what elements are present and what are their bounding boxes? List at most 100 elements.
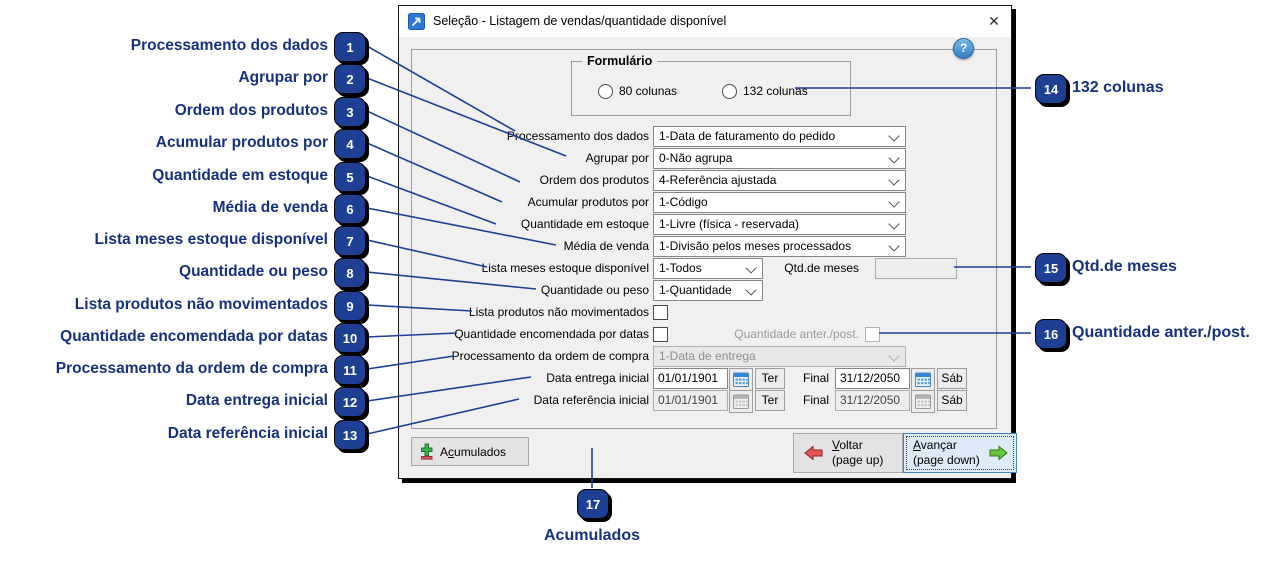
lista-produtos-nao-movimentados-checkbox[interactable]	[653, 305, 668, 320]
voltar-button[interactable]: Voltar (page up)	[793, 433, 903, 473]
data-referencia-inicial-input[interactable]: 01/01/1901	[653, 390, 728, 411]
callout-label-15: Qtd.de meses	[1072, 258, 1177, 275]
callout-badge: 14	[1035, 74, 1067, 104]
form-row: Data referência inicial 01/01/1901 Ter F…	[399, 390, 1009, 413]
form-row: Quantidade encomendada por datas Quantid…	[399, 324, 1009, 345]
title-bar[interactable]: Seleção - Listagem de vendas/quantidade …	[399, 6, 1011, 37]
field-label: Quantidade ou peso	[540, 283, 649, 297]
radio-80-colunas[interactable]: 80 colunas	[598, 83, 677, 99]
data-entrega-inicial-input[interactable]: 01/01/1901	[653, 368, 728, 389]
field-label: Acumular produtos por	[527, 195, 649, 209]
final-label: Final	[802, 393, 829, 407]
media-de-venda-select[interactable]: 1-Divisão pelos meses processados	[653, 236, 906, 257]
callout-badge: 6	[334, 194, 366, 224]
callout-badge: 17	[577, 489, 609, 519]
callout-label-3: Ordem dos produtos	[174, 102, 328, 119]
form-row: Quantidade em estoque 1-Livre (física - …	[399, 214, 1009, 235]
callout-label-7: Lista meses estoque disponível	[94, 231, 328, 248]
callout-badge: 15	[1035, 253, 1067, 283]
radio-label: 132 colunas	[743, 84, 808, 98]
radio-icon	[598, 83, 613, 99]
red-left-arrow-icon	[804, 445, 823, 461]
chevron-down-icon	[888, 240, 900, 252]
callout-badge: 11	[334, 355, 366, 385]
callout-label-16: Quantidade anter./post.	[1072, 324, 1250, 341]
weekday-box: Sáb	[937, 390, 967, 411]
calendar-icon[interactable]	[911, 390, 935, 413]
chevron-down-icon	[888, 152, 900, 164]
callout-label-14: 132 colunas	[1072, 79, 1164, 96]
button-label: Avançar (page down)	[913, 438, 980, 467]
callout-label-12: Data entrega inicial	[185, 392, 328, 409]
field-label: Lista produtos não movimentados	[468, 305, 649, 319]
callout-label-1: Processamento dos dados	[130, 37, 328, 54]
form-row: Quantidade ou peso 1-Quantidade	[399, 280, 1009, 301]
callout-badge: 2	[334, 64, 366, 94]
chevron-down-icon	[888, 218, 900, 230]
chevron-down-icon	[888, 196, 900, 208]
field-label: Ordem dos produtos	[539, 173, 649, 187]
radio-132-colunas[interactable]: 132 colunas	[722, 83, 808, 99]
quantidade-encomendada-por-datas-checkbox[interactable]	[653, 327, 668, 342]
weekday-box: Sáb	[937, 368, 967, 389]
window-title: Seleção - Listagem de vendas/quantidade …	[433, 14, 727, 28]
form-row: Data entrega inicial 01/01/1901 Ter Fina…	[399, 368, 1009, 391]
app-icon	[408, 13, 425, 30]
callout-label-4: Acumular produtos por	[155, 134, 328, 151]
qtd-de-meses-input[interactable]	[875, 258, 957, 279]
quantidade-anter-post-label: Quantidade anter./post.	[734, 327, 859, 341]
plus-minus-icon	[421, 443, 433, 460]
form-row: Processamento da ordem de compra 1-Data …	[399, 346, 1009, 367]
selected-value: 1-Data de faturamento do pedido	[659, 129, 836, 143]
selected-value: 1-Código	[659, 195, 708, 209]
callout-label-6: Média de venda	[212, 199, 328, 216]
calendar-glyph	[915, 394, 931, 409]
quantidade-anter-post-checkbox[interactable]	[865, 327, 880, 342]
acumulados-button[interactable]: Acumulados	[411, 437, 529, 466]
callout-badge: 13	[334, 420, 366, 450]
processamento-dos-dados-select[interactable]: 1-Data de faturamento do pedido	[653, 126, 906, 147]
callout-badge: 16	[1035, 319, 1067, 349]
final-label: Final	[802, 371, 829, 385]
field-label: Quantidade encomendada por datas	[454, 327, 649, 341]
close-icon[interactable]: ✕	[977, 6, 1011, 37]
callout-label-2: Agrupar por	[238, 69, 328, 86]
calendar-icon[interactable]	[911, 368, 935, 391]
field-label: Média de venda	[563, 239, 649, 253]
field-label: Data entrega inicial	[546, 371, 649, 385]
form-row: Média de venda 1-Divisão pelos meses pro…	[399, 236, 1009, 257]
qtd-de-meses-label: Qtd.de meses	[784, 261, 859, 275]
form-row: Lista meses estoque disponível 1-Todos Q…	[399, 258, 1009, 279]
field-label: Quantidade em estoque	[520, 217, 649, 231]
callout-badge: 1	[334, 32, 366, 62]
calendar-glyph	[915, 372, 931, 387]
processamento-ordem-compra-select[interactable]: 1-Data de entrega	[653, 346, 906, 367]
button-label: Acumulados	[440, 444, 507, 459]
selected-value: 1-Todos	[659, 261, 702, 275]
quantidade-em-estoque-select[interactable]: 1-Livre (física - reservada)	[653, 214, 906, 235]
agrupar-por-select[interactable]: 0-Não agrupa	[653, 148, 906, 169]
quantidade-ou-peso-select[interactable]: 1-Quantidade	[653, 280, 763, 301]
radio-icon	[722, 83, 737, 99]
avancar-button[interactable]: Avançar (page down)	[903, 433, 1017, 473]
ordem-dos-produtos-select[interactable]: 4-Referência ajustada	[653, 170, 906, 191]
button-label: Voltar (page up)	[832, 438, 884, 467]
form-row: Processamento dos dados 1-Data de fatura…	[399, 126, 1009, 147]
data-referencia-final-input[interactable]: 31/12/2050	[835, 390, 910, 411]
chevron-down-icon	[888, 174, 900, 186]
field-label: Processamento da ordem de compra	[451, 349, 649, 363]
callout-label-10: Quantidade encomendada por datas	[60, 328, 328, 345]
callout-label-9: Lista produtos não movimentados	[74, 296, 328, 313]
data-entrega-final-input[interactable]: 31/12/2050	[835, 368, 910, 389]
form-row: Ordem dos produtos 4-Referência ajustada	[399, 170, 1009, 191]
help-icon[interactable]: ?	[953, 38, 974, 59]
acumular-produtos-por-select[interactable]: 1-Código	[653, 192, 906, 213]
selected-value: 1-Quantidade	[659, 283, 732, 297]
callout-badge: 5	[334, 162, 366, 192]
callout-badge: 10	[334, 323, 366, 353]
selected-value: 4-Referência ajustada	[659, 173, 777, 187]
form-row: Lista produtos não movimentados	[399, 302, 1009, 323]
field-label: Data referência inicial	[533, 393, 649, 407]
formulario-legend: Formulário	[582, 54, 658, 68]
callout-badge: 8	[334, 258, 366, 288]
